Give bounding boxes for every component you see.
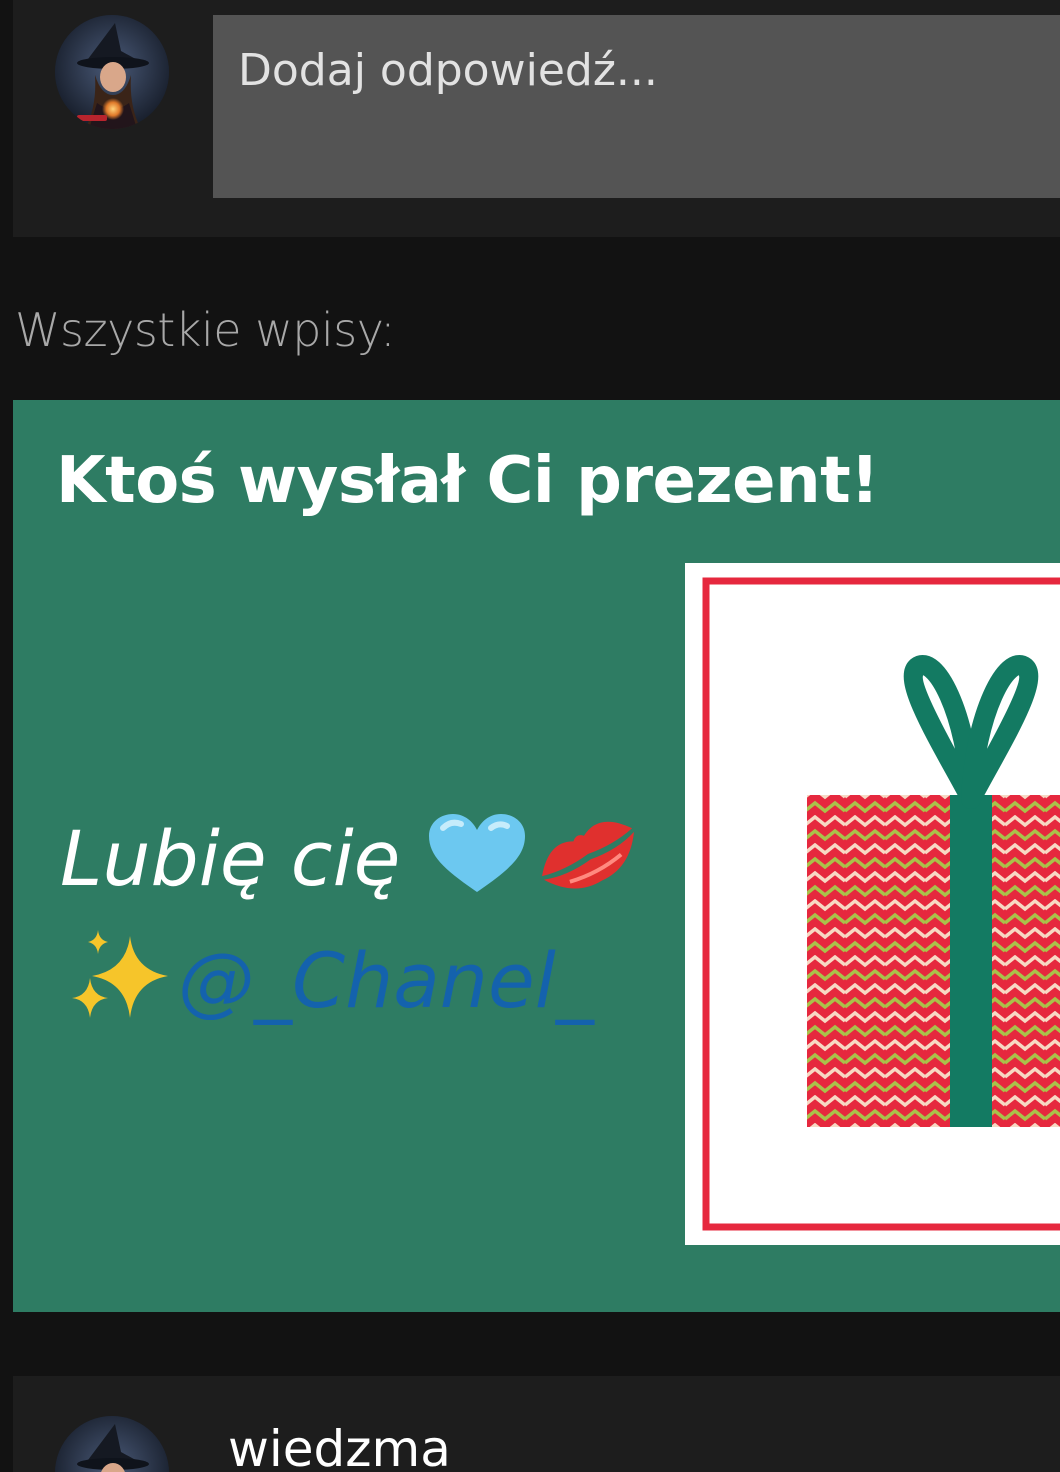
gift-message-line-2: @_Chanel_ (60, 926, 700, 1046)
gift-box-icon (685, 563, 1060, 1245)
user-avatar[interactable] (55, 15, 169, 129)
gift-message-line-1: Lubię cię (60, 802, 700, 926)
kiss-mark-icon (529, 802, 647, 926)
witch-avatar-icon (55, 15, 169, 129)
page: Wszystkie wpisy: Ktoś wysłał Ci prezent!… (0, 0, 1060, 1472)
gift-message-text: Lubię cię (60, 814, 401, 903)
post-author-name[interactable]: wiedzma (228, 1420, 451, 1472)
gift-message: Lubię cię @_Chanel_ (60, 802, 700, 1046)
sparkles-icon (60, 926, 178, 1046)
gift-card[interactable]: Ktoś wysłał Ci prezent! Lubię cię @_Chan… (13, 400, 1060, 1312)
gift-image (685, 563, 1060, 1245)
post-panel: wiedzma (13, 1376, 1060, 1472)
post-author-avatar[interactable] (55, 1416, 169, 1472)
mention-link[interactable]: @_Chanel_ (178, 936, 594, 1025)
witch-avatar-icon (55, 1416, 169, 1472)
reply-input[interactable] (213, 15, 1060, 198)
gift-title: Ktoś wysłał Ci prezent! (56, 444, 879, 518)
section-title: Wszystkie wpisy: (15, 303, 396, 357)
light-blue-heart-icon (425, 812, 529, 916)
reply-composer (13, 0, 1060, 237)
